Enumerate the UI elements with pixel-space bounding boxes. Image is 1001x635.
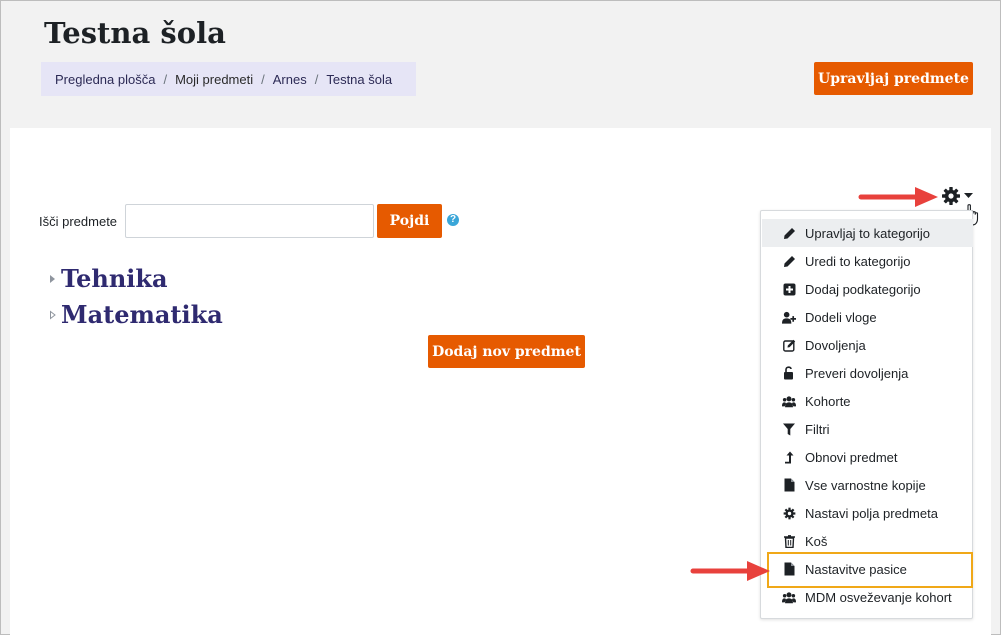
file-icon	[782, 478, 796, 492]
pencil-icon	[782, 254, 796, 268]
unlock-icon	[782, 366, 796, 380]
menu-item-label: Preveri dovoljenja	[805, 365, 909, 381]
breadcrumb-current[interactable]: Testna šola	[326, 72, 392, 87]
users-icon	[782, 590, 796, 604]
menu-item-label: Obnovi predmet	[805, 449, 898, 465]
menu-item-add-subcategory[interactable]: Dodaj podkategorijo	[762, 275, 973, 303]
trash-icon	[782, 534, 796, 548]
page-title: Testna šola	[44, 16, 226, 50]
menu-item-label: Dodaj podkategorijo	[805, 281, 921, 297]
manage-courses-button[interactable]: Upravljaj predmete	[814, 62, 973, 95]
users-icon	[782, 394, 796, 408]
menu-item-assign-roles[interactable]: Dodeli vloge	[762, 303, 973, 331]
menu-item-check-permissions[interactable]: Preveri dovoljenja	[762, 359, 973, 387]
menu-item-manage-category[interactable]: Upravljaj to kategorijo	[762, 219, 973, 247]
menu-item-label: Nastavi polja predmeta	[805, 505, 938, 521]
search-go-button[interactable]: Pojdi	[377, 204, 442, 238]
category-name[interactable]: Matematika	[61, 300, 223, 329]
gear-icon	[782, 506, 796, 520]
breadcrumb-my-courses: Moji predmeti	[175, 71, 254, 87]
menu-item-course-custom-fields[interactable]: Nastavi polja predmeta	[762, 499, 973, 527]
breadcrumb: Pregledna plošča / Moji predmeti / Arnes…	[41, 62, 416, 96]
pencil-icon	[782, 226, 796, 240]
search-label: Išči predmete	[39, 214, 118, 229]
menu-item-banner-settings[interactable]: Nastavitve pasice	[762, 555, 973, 583]
menu-item-label: Uredi to kategorijo	[805, 253, 911, 269]
menu-item-restore-course[interactable]: Obnovi predmet	[762, 443, 973, 471]
breadcrumb-dashboard[interactable]: Pregledna plošča	[55, 72, 155, 87]
menu-item-permissions[interactable]: Dovoljenja	[762, 331, 973, 359]
category-name[interactable]: Tehnika	[61, 264, 168, 293]
search-input[interactable]	[125, 204, 374, 238]
annotation-arrow-gear	[858, 187, 938, 207]
breadcrumb-arnes[interactable]: Arnes	[273, 72, 307, 87]
menu-item-label: Koš	[805, 533, 828, 549]
menu-item-edit-category[interactable]: Uredi to kategorijo	[762, 247, 973, 275]
category-matematika[interactable]: Matematika	[46, 300, 223, 329]
annotation-arrow-banner-settings	[690, 561, 770, 581]
edit-square-icon	[782, 338, 796, 352]
menu-item-label: Vse varnostne kopije	[805, 477, 926, 493]
menu-item-recycle-bin[interactable]: Koš	[762, 527, 973, 555]
filter-icon	[782, 422, 796, 436]
menu-item-label: Dodeli vloge	[805, 309, 877, 325]
menu-item-label: Nastavitve pasice	[805, 561, 907, 577]
level-up-icon	[782, 450, 796, 464]
breadcrumb-separator: /	[261, 71, 265, 87]
caret-right-outline-icon[interactable]	[46, 308, 60, 322]
caret-right-icon[interactable]	[46, 272, 60, 286]
question-circle-icon[interactable]: ?	[447, 214, 459, 226]
user-plus-icon	[782, 310, 796, 324]
gear-icon[interactable]	[941, 186, 961, 206]
menu-item-mdm-cohort-sync[interactable]: MDM osveževanje kohort	[762, 583, 973, 611]
file-icon	[782, 562, 796, 576]
menu-item-label: Dovoljenja	[805, 337, 866, 353]
actions-dropdown-menu: Upravljaj to kategorijo Uredi to kategor…	[760, 210, 973, 619]
breadcrumb-separator: /	[314, 71, 319, 87]
menu-item-cohorts[interactable]: Kohorte	[762, 387, 973, 415]
menu-item-label: Filtri	[805, 421, 830, 437]
menu-item-label: MDM osveževanje kohort	[805, 589, 952, 605]
breadcrumb-separator: /	[163, 71, 168, 87]
menu-item-label: Kohorte	[805, 393, 851, 409]
chevron-down-icon[interactable]	[964, 193, 973, 199]
menu-item-label: Upravljaj to kategorijo	[805, 225, 931, 241]
add-course-button[interactable]: Dodaj nov predmet	[428, 335, 585, 368]
plus-square-icon	[782, 282, 796, 296]
menu-item-filters[interactable]: Filtri	[762, 415, 973, 443]
menu-item-all-backups[interactable]: Vse varnostne kopije	[762, 471, 973, 499]
category-tehnika[interactable]: Tehnika	[46, 264, 168, 293]
